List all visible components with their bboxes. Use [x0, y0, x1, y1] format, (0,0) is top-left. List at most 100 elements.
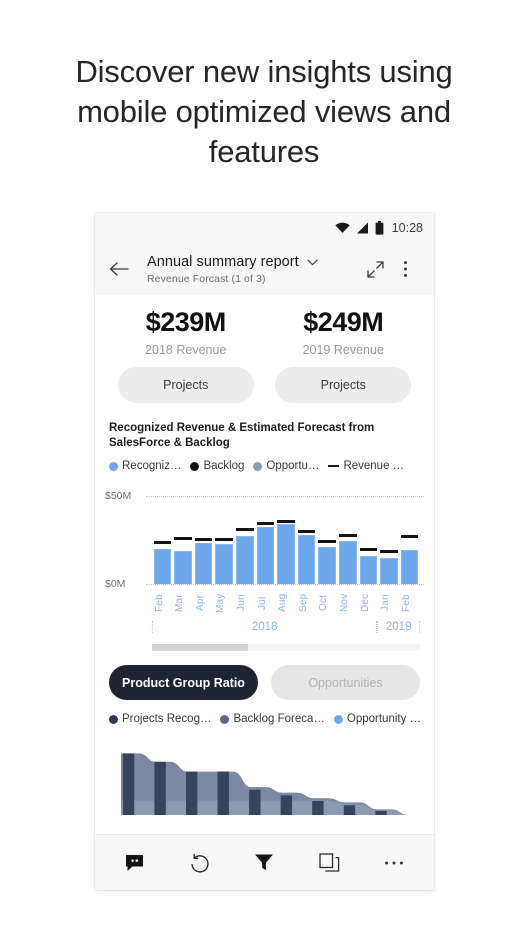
phone-mockup: 10:28 Annual summary report Revenue Forc…	[95, 213, 434, 890]
expand-button[interactable]	[360, 260, 390, 279]
legend-item[interactable]: Opportu…	[253, 460, 319, 472]
legend-label: Revenue …	[343, 460, 405, 472]
bar-column[interactable]	[400, 496, 419, 584]
bar[interactable]	[380, 557, 398, 584]
area-chart-bar[interactable]	[217, 771, 229, 815]
kpi-card: $239M 2018 Revenue Projects	[107, 307, 265, 403]
back-button[interactable]	[109, 261, 143, 277]
bar-column[interactable]	[174, 496, 192, 584]
more-options-button[interactable]	[390, 260, 420, 278]
target-marker	[380, 550, 398, 554]
bar-column[interactable]	[359, 496, 378, 584]
kpi-projects-button[interactable]: Projects	[275, 367, 412, 403]
kpi-row: $239M 2018 Revenue Projects $249M 2019 R…	[95, 295, 434, 403]
legend-dot-icon	[333, 714, 343, 724]
undo-icon[interactable]	[178, 843, 222, 883]
x-axis-group-label: 2019	[377, 621, 420, 633]
area-chart-bar[interactable]	[122, 753, 135, 815]
area-chart-bar[interactable]	[312, 801, 324, 815]
target-marker	[194, 537, 213, 541]
bar[interactable]	[174, 551, 192, 584]
wifi-icon	[335, 222, 350, 234]
gridline-min	[146, 584, 424, 585]
kpi-label: 2019 Revenue	[302, 343, 384, 357]
bar[interactable]	[235, 536, 254, 584]
legend-item[interactable]: Opportunity …	[333, 713, 422, 725]
bar-chart[interactable]: $50M $0M Feb Mar Apr May Jun Jul Aug Sep Oct Nov D…	[95, 478, 434, 653]
more-horizontal-icon[interactable]	[372, 843, 416, 883]
bar-plot-area	[152, 496, 420, 584]
legend-dot-icon	[190, 461, 200, 471]
bar[interactable]	[338, 540, 357, 584]
target-marker	[277, 520, 295, 524]
area-chart[interactable]	[95, 735, 434, 825]
toggle-product-group-ratio[interactable]: Product Group Ratio	[109, 665, 258, 700]
bar[interactable]	[277, 524, 295, 584]
x-axis-year-labels: 2018 2019	[152, 621, 420, 633]
bar[interactable]	[297, 534, 316, 584]
kpi-value: $239M	[145, 307, 227, 337]
legend-label: Opportu…	[266, 460, 320, 472]
bottom-toolbar	[95, 834, 434, 890]
area-chart-bar[interactable]	[249, 789, 261, 815]
area-chart-bar[interactable]	[186, 771, 198, 815]
area-chart-bar[interactable]	[154, 761, 166, 815]
target-marker	[318, 539, 336, 543]
x-axis-tick-label: Feb	[400, 594, 412, 612]
comments-icon[interactable]	[113, 843, 157, 883]
toggle-opportunities[interactable]: Opportunities	[271, 665, 420, 700]
x-axis-tick-label: Jun	[235, 594, 247, 612]
legend-item[interactable]: Projects Recog…	[109, 713, 211, 725]
target-marker	[359, 548, 378, 552]
legend-dot-icon	[253, 461, 263, 471]
legend-label: Opportunity …	[346, 713, 422, 725]
report-canvas: $239M 2018 Revenue Projects $249M 2019 R…	[95, 295, 434, 853]
bar[interactable]	[215, 543, 233, 584]
legend-label: Projects Recog…	[122, 713, 212, 725]
bar-column[interactable]	[215, 496, 233, 584]
area-chart-bar[interactable]	[280, 795, 293, 815]
bar[interactable]	[359, 555, 378, 584]
legend-line-icon	[328, 464, 340, 468]
x-axis-tick-label: Jan	[380, 594, 392, 612]
legend-item[interactable]: Recogniz…	[109, 460, 181, 472]
bar-column[interactable]	[235, 496, 254, 584]
x-axis-group-label: 2018	[152, 621, 378, 633]
report-subtitle: Revenue Forcast (1 of 3)	[147, 273, 266, 285]
target-marker	[174, 537, 192, 540]
legend-item[interactable]: Backlog	[190, 460, 244, 472]
legend-item[interactable]: Backlog Foreca…	[220, 713, 325, 725]
bar-column[interactable]	[318, 496, 336, 584]
bar-column[interactable]	[277, 496, 295, 584]
bar-column[interactable]	[297, 496, 316, 584]
bar-column[interactable]	[153, 496, 172, 584]
legend-item[interactable]: Revenue …	[328, 460, 404, 472]
status-bar: 10:28	[95, 213, 434, 243]
area-chart-svg	[121, 753, 409, 815]
target-marker	[215, 537, 233, 541]
scrollbar-thumb[interactable]	[152, 644, 249, 651]
bar-column[interactable]	[194, 496, 213, 584]
bar-column[interactable]	[338, 496, 357, 584]
bar[interactable]	[194, 542, 213, 584]
cellular-signal-icon	[356, 222, 369, 234]
bar[interactable]	[400, 549, 419, 584]
kpi-value: $249M	[303, 307, 384, 337]
filter-icon[interactable]	[242, 843, 286, 883]
kpi-projects-button[interactable]: Projects	[117, 367, 254, 403]
bar[interactable]	[153, 548, 172, 584]
area-chart-bar[interactable]	[375, 810, 387, 815]
target-marker	[297, 529, 316, 533]
bar[interactable]	[318, 547, 336, 584]
app-header: Annual summary report Revenue Forcast (1…	[95, 243, 434, 295]
bar-column[interactable]	[256, 496, 275, 584]
bar-column[interactable]	[380, 496, 398, 584]
chevron-down-icon[interactable]	[307, 253, 318, 271]
area-chart-bar[interactable]	[343, 805, 356, 815]
chart-horizontal-scrollbar[interactable]	[152, 644, 420, 651]
status-bar-clock: 10:28	[391, 221, 423, 235]
legend-dot-icon	[220, 714, 230, 724]
bar[interactable]	[256, 526, 275, 584]
pages-icon[interactable]	[307, 843, 351, 883]
y-axis-label-min: $0M	[105, 578, 126, 590]
